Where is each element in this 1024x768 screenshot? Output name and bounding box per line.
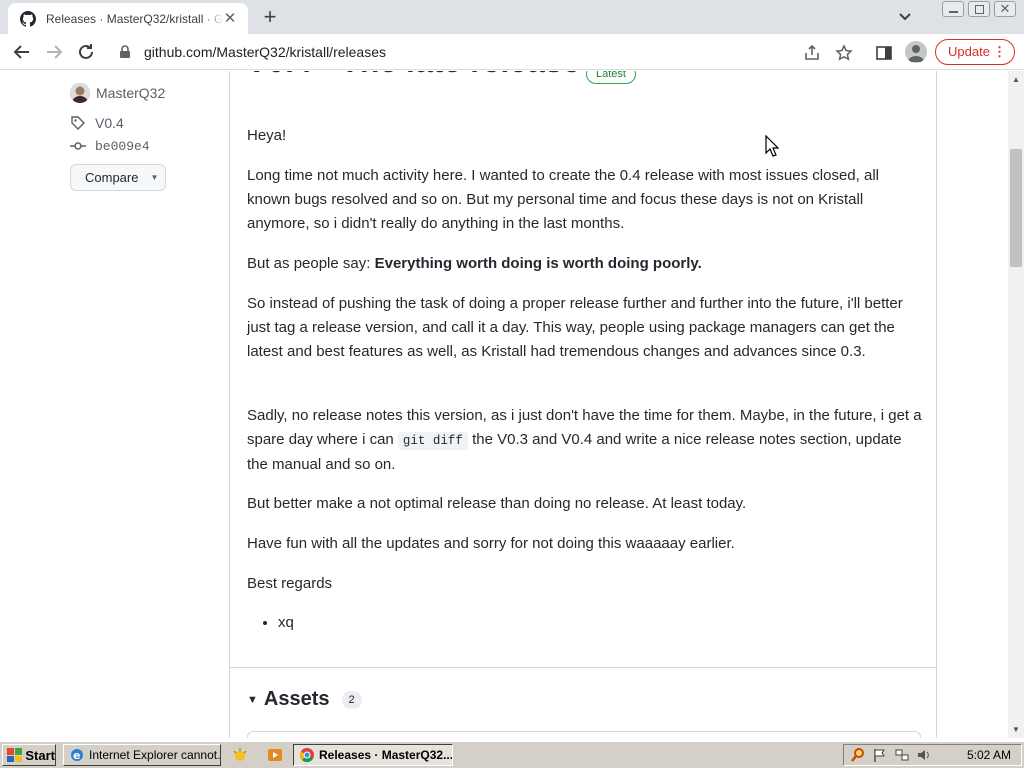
paragraph-2-prefix: But as people say: [247,255,375,272]
tab-strip: Releases · MasterQ32/kristall · GitHub ✕… [0,0,1024,34]
greeting-text: Heya! [247,127,287,144]
tab-search-chevron-icon[interactable] [896,8,914,26]
scroll-down-icon[interactable]: ▼ [1011,725,1021,735]
asset-row[interactable] [247,731,921,738]
taskbar-item-label: Internet Explorer cannot... [89,748,221,762]
scroll-thumb[interactable] [1010,149,1022,267]
back-arrow-icon[interactable] [10,40,34,64]
dropdown-caret-icon: ▼ [150,173,159,182]
tag-row[interactable]: V0.4 [70,115,124,131]
assets-count-badge: 2 [341,690,362,709]
browser-toolbar: github.com/MasterQ32/kristall/releases U… [0,34,1024,70]
profile-avatar-icon[interactable] [905,41,927,63]
paragraph-4: Sadly, no release notes this version, as… [247,404,923,477]
side-panel-icon[interactable] [875,44,893,62]
mouse-cursor-icon [765,135,779,157]
divider [230,667,936,668]
paragraph-3: So instead of pushing the task of doing … [247,295,903,360]
address-bar[interactable]: github.com/MasterQ32/kristall/releases [112,38,864,66]
close-window-button[interactable]: ✕ [994,1,1016,17]
taskbar-item-label: Releases · MasterQ32... [319,748,453,762]
release-title[interactable]: V0.4 - The late release [246,71,580,80]
taskbar-item-chrome[interactable]: Releases · MasterQ32... [293,744,453,766]
svg-text:e: e [73,749,80,762]
page-viewport: MasterQ32 V0.4 be009e4 Compare ▼ V0.4 - … [0,71,1008,738]
update-button[interactable]: Update ⋮ [935,39,1015,65]
paragraph-2: But as people say: Everything worth doin… [247,252,923,276]
paragraph-1: Long time not much activity here. I want… [247,167,879,232]
avatar [70,83,90,103]
assets-title[interactable]: Assets [264,688,330,711]
chrome-icon [299,748,314,763]
share-icon[interactable] [803,44,821,62]
paragraph-6: Have fun with all the updates and sorry … [247,535,735,552]
author-row[interactable]: MasterQ32 [70,83,165,103]
commit-hash[interactable]: be009e4 [95,139,150,154]
bookmark-star-icon[interactable] [835,44,853,62]
commit-icon [70,142,86,150]
clock[interactable]: 5:02 AM [967,748,1011,762]
list-item: xq [278,614,294,631]
maximize-button[interactable] [968,1,990,17]
taskbar: Start e Internet Explorer cannot... Rele… [0,741,1024,768]
compare-label: Compare [85,170,139,185]
search-icon[interactable] [850,747,866,763]
signature-list: xq [278,614,294,631]
minimize-button[interactable] [942,1,964,17]
internet-explorer-icon: e [71,749,83,762]
expand-triangle-icon[interactable]: ▼ [247,694,258,706]
tab-close-icon[interactable]: ✕ [222,11,238,27]
lock-icon[interactable] [118,45,132,59]
media-player-icon[interactable] [267,747,283,763]
quick-launch-icon[interactable] [232,747,248,763]
taskbar-item-ie[interactable]: e Internet Explorer cannot... [63,744,221,766]
start-label: Start [25,747,55,763]
update-label: Update [948,44,990,59]
vertical-scrollbar[interactable]: ▲ ▼ [1008,71,1024,738]
paragraph-7: Best regards [247,575,333,592]
network-icon[interactable] [894,747,910,763]
paragraph-5: But better make a not optimal release th… [247,495,747,512]
github-icon [20,10,36,27]
latest-badge: Latest [586,71,636,84]
tag-icon [71,116,85,130]
forward-arrow-icon[interactable] [42,40,66,64]
more-menu-icon: ⋮ [993,44,1006,59]
assets-toggle[interactable]: ▼ Assets 2 [247,688,362,711]
commit-row[interactable]: be009e4 [70,138,150,154]
author-name[interactable]: MasterQ32 [96,85,165,101]
release-card: V0.4 - The late release Latest Heya! Lon… [229,71,937,738]
scroll-up-icon[interactable]: ▲ [1011,75,1021,85]
tab-title: Releases · MasterQ32/kristall · GitHub [46,11,224,26]
browser-tab[interactable]: Releases · MasterQ32/kristall · GitHub ✕ [8,3,248,34]
url-text[interactable]: github.com/MasterQ32/kristall/releases [144,44,386,60]
reload-icon[interactable] [74,40,98,64]
new-tab-icon[interactable]: + [258,6,282,30]
system-tray: 5:02 AM [843,744,1022,766]
start-button[interactable]: Start [2,744,56,766]
git-diff-code: git diff [397,432,468,450]
paragraph-2-bold: Everything worth doing is worth doing po… [374,255,702,272]
windows-flag-icon [7,748,23,762]
volume-icon[interactable] [916,747,932,763]
flag-icon[interactable] [872,747,888,763]
compare-button[interactable]: Compare ▼ [70,164,166,191]
tag-name[interactable]: V0.4 [95,115,124,131]
